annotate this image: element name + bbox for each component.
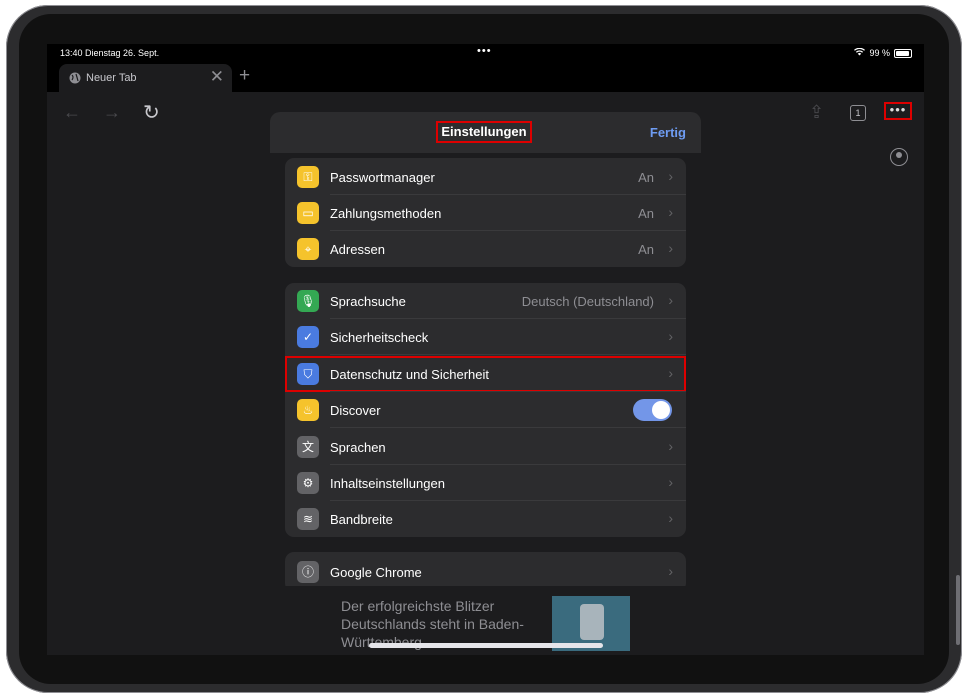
settings-row-label: Zahlungsmethoden <box>330 206 442 221</box>
settings-row-value: An <box>638 242 654 257</box>
settings-row-bandbreite[interactable]: ≋ Bandbreite › <box>285 501 686 537</box>
flame-icon: ♨ <box>297 399 319 422</box>
settings-row-label: Bandbreite <box>330 512 393 528</box>
forward-icon[interactable]: → <box>103 102 121 123</box>
tab-label: Neuer Tab <box>86 72 137 84</box>
tab-neuer-tab[interactable]: Neuer Tab ✕ <box>59 64 232 92</box>
status-time: 13:40 Dienstag 26. Sept. <box>60 48 160 58</box>
battery-percent: 99 % <box>869 48 890 58</box>
wifi-icon <box>854 47 866 58</box>
settings-row-label: Sprachsuche <box>330 294 406 309</box>
reload-icon[interactable]: ↻ <box>143 100 160 125</box>
battery-status: 99 % <box>854 47 912 58</box>
card-icon: ▭ <box>297 202 319 224</box>
status-bar: 13:40 Dienstag 26. Sept. ••• 99 % <box>47 44 924 62</box>
settings-row-adressen[interactable]: ⌖ Adressen An › <box>285 231 686 267</box>
globe-icon <box>69 72 81 87</box>
back-icon[interactable]: ← <box>63 102 81 123</box>
chevron-right-icon: › <box>668 328 673 345</box>
settings-row-label: Inhaltseinstellungen <box>330 476 445 491</box>
settings-row-label: Passwortmanager <box>330 170 435 185</box>
chevron-right-icon: › <box>668 240 673 256</box>
settings-header: Einstellungen Fertig <box>270 112 701 153</box>
settings-row-google-chrome[interactable]: ⓘ Google Chrome › <box>285 554 686 586</box>
settings-title: Einstellungen <box>436 121 532 143</box>
settings-row-discover[interactable]: ♨ Discover <box>285 392 686 429</box>
settings-group-general: 🎙 Sprachsuche Deutsch (Deutschland) › ✓ Siche… <box>285 283 686 537</box>
settings-group-autofill: ⚿ Passwortmanager An › ▭ Zahlungsmethoden An › ⌖… <box>285 158 686 267</box>
settings-row-label: Discover <box>330 403 381 419</box>
share-icon[interactable]: ⇪ <box>809 102 824 123</box>
wifi-icon: ≋ <box>297 508 319 531</box>
chevron-right-icon: › <box>668 510 673 527</box>
chevron-right-icon: › <box>668 292 673 308</box>
more-menu-button[interactable]: ••• <box>884 102 912 120</box>
key-icon: ⚿ <box>297 166 319 188</box>
settings-row-value: An <box>638 170 654 185</box>
battery-icon <box>894 48 912 58</box>
settings-row-label: Sprachen <box>330 439 386 455</box>
settings-row-label: Datenschutz und Sicherheit <box>330 366 489 382</box>
multitasking-dots[interactable]: ••• <box>477 45 492 57</box>
settings-row-inhaltseinstellungen[interactable]: ⚙ Inhaltseinstellungen › <box>285 465 686 501</box>
settings-row-datenschutz-und-sicherheit[interactable]: ⛉ Datenschutz und Sicherheit › <box>285 355 686 392</box>
settings-row-value: An <box>638 206 654 221</box>
settings-sheet: Einstellungen Fertig ⚿ Passwortmanager An ›… <box>270 112 701 586</box>
settings-row-label: Sicherheitscheck <box>330 330 429 346</box>
microphone-icon: 🎙 <box>297 290 319 312</box>
settings-row-label: Google Chrome <box>330 565 422 580</box>
chevron-right-icon: › <box>668 437 673 454</box>
close-tab-icon[interactable]: ✕ <box>210 67 224 87</box>
chevron-right-icon: › <box>668 474 673 490</box>
info-icon: ⓘ <box>297 561 319 583</box>
home-indicator[interactable] <box>369 643 603 648</box>
chevron-right-icon: › <box>668 168 673 184</box>
volume-button <box>956 575 960 645</box>
settings-row-sprachsuche[interactable]: 🎙 Sprachsuche Deutsch (Deutschland) › <box>285 283 686 319</box>
settings-row-label: Adressen <box>330 242 385 257</box>
shield-icon: ⛉ <box>297 362 319 385</box>
new-tab-button[interactable]: + <box>239 65 250 87</box>
discover-toggle[interactable] <box>633 399 672 422</box>
tab-strip: Neuer Tab ✕ + <box>47 62 924 92</box>
chevron-right-icon: › <box>668 204 673 220</box>
chevron-right-icon: › <box>668 364 673 381</box>
translate-icon: 文 <box>297 435 319 458</box>
tab-count-button[interactable]: 1 <box>850 105 866 121</box>
settings-row-sprachen[interactable]: 文 Sprachen › <box>285 429 686 465</box>
settings-row-value: Deutsch (Deutschland) <box>521 294 654 309</box>
gear-icon: ⚙ <box>297 472 319 494</box>
location-pin-icon: ⌖ <box>297 238 319 260</box>
settings-group-about: ⓘ Google Chrome › <box>285 552 686 586</box>
profile-avatar-icon[interactable] <box>890 148 908 166</box>
settings-row-passwortmanager[interactable]: ⚿ Passwortmanager An › <box>285 159 686 195</box>
settings-row-sicherheitscheck[interactable]: ✓ Sicherheitscheck › <box>285 319 686 356</box>
settings-row-zahlungsmethoden[interactable]: ▭ Zahlungsmethoden An › <box>285 195 686 231</box>
chevron-right-icon: › <box>668 563 673 579</box>
shield-check-icon: ✓ <box>297 326 319 349</box>
done-button[interactable]: Fertig <box>650 125 686 140</box>
